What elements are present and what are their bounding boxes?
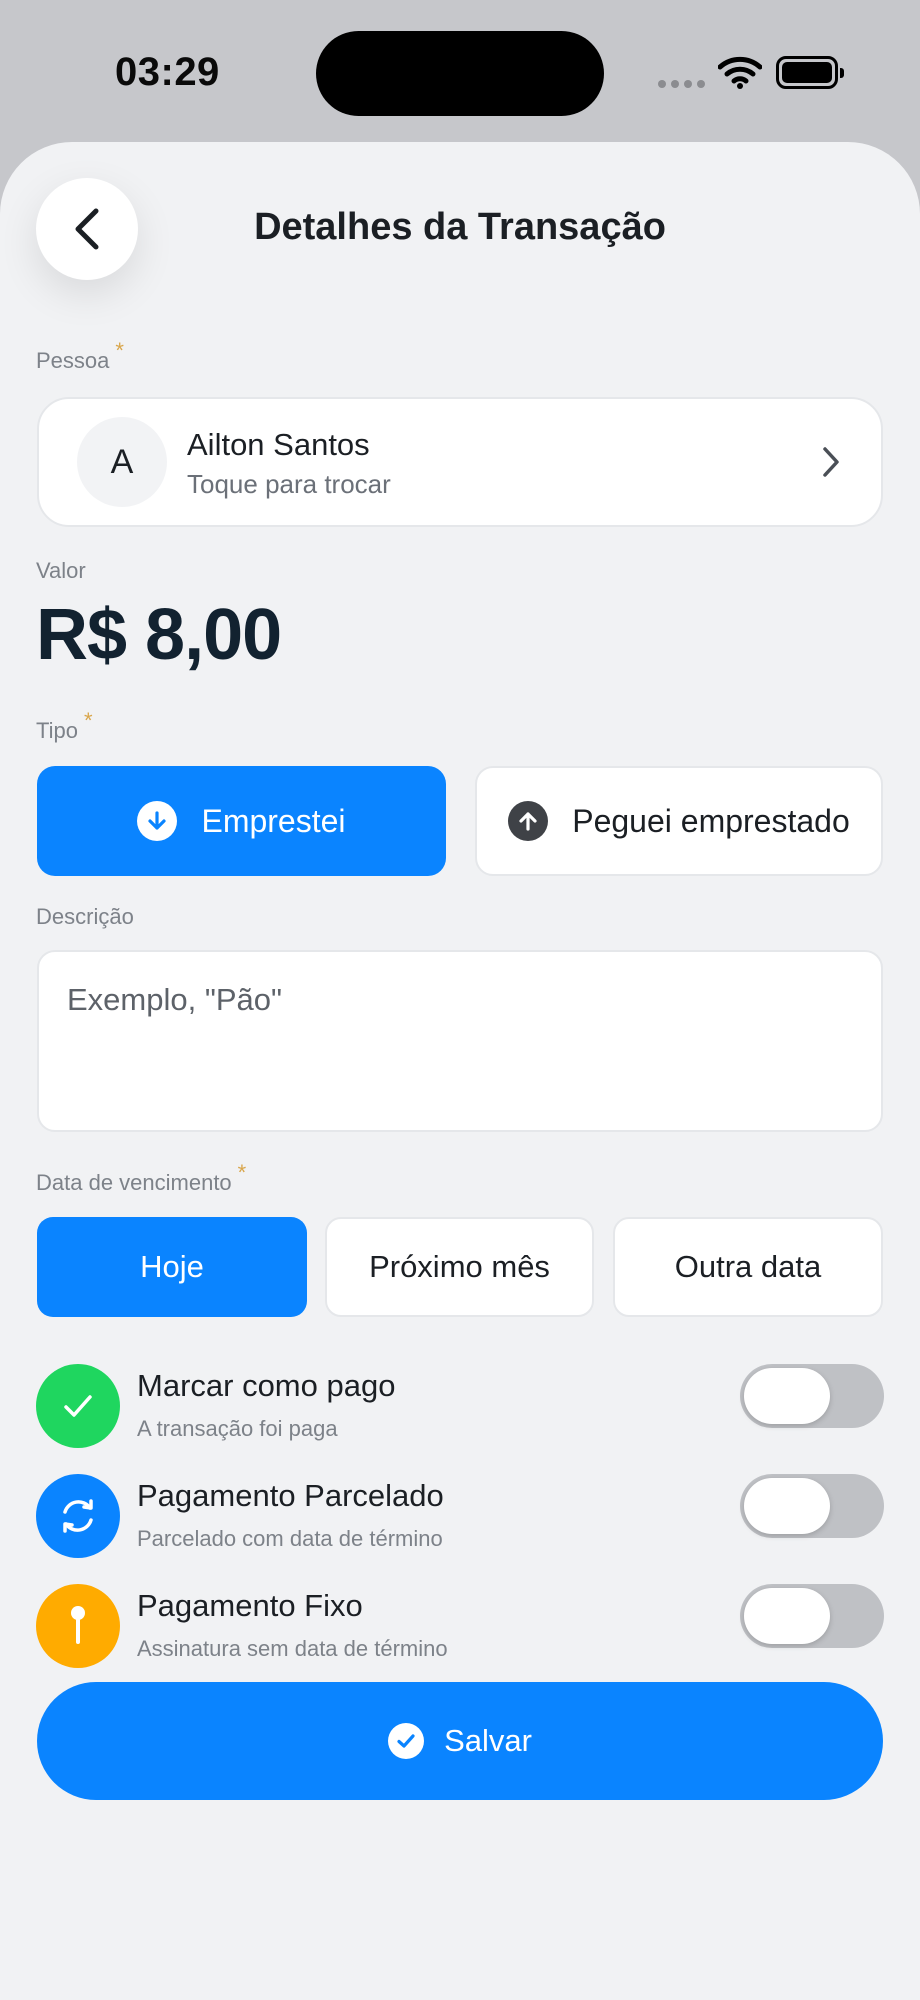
due-date-label-text: Data de vencimento <box>36 1170 232 1195</box>
option-title: Pagamento Parcelado <box>137 1478 444 1513</box>
person-subtitle: Toque para trocar <box>187 469 391 499</box>
option-title: Pagamento Fixo <box>137 1588 363 1623</box>
repeat-icon <box>36 1474 120 1558</box>
option-subtitle: Parcelado com data de término <box>137 1526 443 1551</box>
person-selector[interactable]: A Ailton Santos Toque para trocar <box>37 397 883 527</box>
due-date-today-button[interactable]: Hoje <box>37 1217 307 1317</box>
required-mark: * <box>237 1160 247 1185</box>
avatar: A <box>77 417 167 507</box>
person-name: Ailton Santos <box>187 427 370 462</box>
type-label: Tipo * <box>36 708 93 744</box>
type-option-borrowed[interactable]: Peguei emprestado <box>475 766 883 876</box>
status-bar: 03:29 <box>0 0 920 150</box>
description-field[interactable] <box>37 950 883 1132</box>
required-mark: * <box>83 708 93 733</box>
value-label: Valor <box>36 558 86 583</box>
person-label-text: Pessoa <box>36 348 110 373</box>
arrow-down-circle-icon <box>137 801 178 841</box>
mark-paid-toggle[interactable] <box>740 1364 884 1428</box>
fixed-payment-toggle[interactable] <box>740 1584 884 1648</box>
description-input[interactable] <box>67 982 847 1018</box>
wifi-icon <box>718 56 762 89</box>
due-date-other-button[interactable]: Outra data <box>613 1217 883 1317</box>
pin-icon <box>36 1584 120 1668</box>
type-option-label: Emprestei <box>201 802 346 839</box>
battery-icon <box>776 56 844 89</box>
type-option-label: Peguei emprestado <box>572 802 850 839</box>
cellular-signal-icon <box>658 80 705 88</box>
check-icon <box>36 1364 120 1448</box>
person-label: Pessoa * <box>36 338 124 374</box>
check-circle-icon <box>388 1723 425 1759</box>
option-subtitle: Assinatura sem data de término <box>137 1636 448 1661</box>
option-installment: Pagamento Parcelado Parcelado com data d… <box>36 1474 884 1558</box>
installment-toggle[interactable] <box>740 1474 884 1538</box>
chevron-right-icon <box>823 447 839 477</box>
status-time: 03:29 <box>115 50 220 94</box>
type-option-lent[interactable]: Emprestei <box>37 766 446 876</box>
type-label-text: Tipo <box>36 718 78 743</box>
option-subtitle: A transação foi paga <box>137 1416 338 1441</box>
arrow-up-circle-icon <box>508 801 549 841</box>
option-fixed: Pagamento Fixo Assinatura sem data de té… <box>36 1584 884 1668</box>
option-mark-paid: Marcar como pago A transação foi paga <box>36 1364 884 1448</box>
description-label: Descrição <box>36 904 134 929</box>
dynamic-island <box>316 31 604 116</box>
due-date-label: Data de vencimento * <box>36 1160 246 1196</box>
save-label: Salvar <box>444 1723 532 1758</box>
save-button[interactable]: Salvar <box>37 1682 883 1800</box>
amount-value[interactable]: R$ 8,00 <box>36 594 282 676</box>
page-title: Detalhes da Transação <box>254 206 666 248</box>
required-mark: * <box>115 338 124 363</box>
due-date-next-month-button[interactable]: Próximo mês <box>325 1217 594 1317</box>
option-title: Marcar como pago <box>137 1368 396 1403</box>
transaction-details-sheet: Detalhes da Transação Pessoa * A Ailton S… <box>0 142 920 2000</box>
